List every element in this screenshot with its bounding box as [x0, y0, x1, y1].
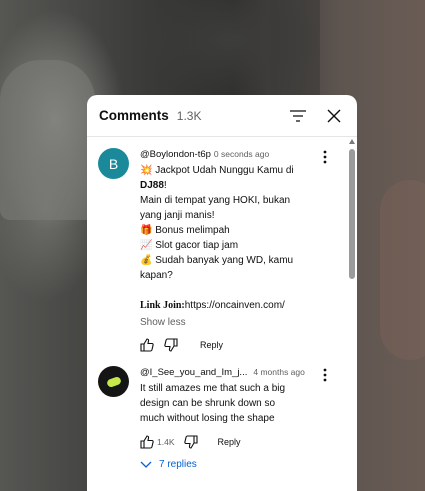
comment-line: It still amazes me that such a big — [140, 383, 286, 394]
replies-count: 7 replies — [159, 459, 197, 470]
avatar-image — [105, 375, 122, 388]
comment-author[interactable]: @Boylondon-t6p — [140, 149, 211, 160]
comments-list: B @Boylondon-t6p 0 seconds ago 💥 Jackpot … — [87, 138, 349, 470]
comment-body: @I_See_you_and_Im_j... 4 months ago It st… — [140, 366, 308, 470]
comment-line: 💥 Jackpot Udah Nunggu Kamu di — [140, 165, 294, 176]
comment-time[interactable]: 0 seconds ago — [214, 149, 269, 159]
sort-icon[interactable] — [287, 105, 309, 127]
avatar[interactable] — [98, 366, 129, 397]
show-less-button[interactable]: Show less — [140, 315, 308, 330]
comment-item: @I_See_you_and_Im_j... 4 months ago It st… — [87, 354, 349, 470]
video-figure-right — [380, 180, 425, 360]
comment-line: 💰 Sudah banyak yang WD, kamu — [140, 255, 294, 266]
reply-button[interactable]: Reply — [200, 340, 223, 350]
comment-line: design can be shrunk down so — [140, 398, 276, 409]
comment-line: DJ88! — [140, 178, 308, 193]
comment-text: It still amazes me that such a big desig… — [140, 381, 308, 426]
dislike-icon[interactable] — [183, 435, 198, 449]
comment-text: 💥 Jackpot Udah Nunggu Kamu di DJ88! Main… — [140, 163, 308, 313]
comment-meta: @Boylondon-t6p 0 seconds ago — [140, 148, 308, 161]
comment-bold-text: DJ88 — [140, 180, 164, 191]
comments-header: Comments 1.3K — [87, 95, 357, 137]
video-figure-left — [0, 60, 95, 220]
comment-line: much without losing the shape — [140, 413, 275, 424]
like-count: 1.4K — [157, 437, 175, 447]
comment-author[interactable]: @I_See_you_and_Im_j... — [140, 367, 247, 378]
comment-body: @Boylondon-t6p 0 seconds ago 💥 Jackpot Ud… — [140, 148, 308, 354]
comment-line: 📈 Slot gacor tiap jam — [140, 240, 239, 251]
link-url[interactable]: https://oncainven.com/ — [185, 300, 285, 311]
comment-link-line: Link Join:https://oncainven.com/ — [140, 298, 308, 313]
comment-item: B @Boylondon-t6p 0 seconds ago 💥 Jackpot … — [87, 138, 349, 354]
link-label: Link Join: — [140, 300, 185, 311]
reply-button[interactable]: Reply — [218, 437, 241, 447]
comments-count: 1.3K — [176, 108, 202, 123]
chevron-down-icon — [140, 461, 152, 468]
more-options-icon[interactable] — [317, 150, 333, 354]
scrollbar-thumb[interactable] — [349, 149, 355, 279]
video-figure-top — [270, 0, 320, 95]
comment-actions: 1.4K Reply — [140, 433, 308, 451]
avatar-letter: B — [108, 155, 119, 172]
comment-time[interactable]: 4 months ago — [253, 367, 305, 377]
view-replies-button[interactable]: 7 replies — [140, 459, 308, 470]
scroll-up-arrow[interactable] — [349, 139, 355, 144]
comment-actions: Reply — [140, 336, 308, 354]
comment-blank-line — [140, 283, 308, 298]
comment-line: Main di tempat yang HOKI, bukan — [140, 195, 291, 206]
comment-text-suffix: ! — [163, 180, 167, 191]
comment-line: yang janji manis! — [140, 210, 215, 221]
dislike-icon[interactable] — [164, 338, 178, 352]
like-icon[interactable] — [140, 435, 154, 449]
like-icon[interactable] — [140, 338, 154, 352]
comment-line: 🎁 Bonus melimpah — [140, 225, 230, 236]
comments-title: Comments — [99, 108, 169, 123]
close-icon[interactable] — [323, 105, 345, 127]
avatar[interactable]: B — [98, 148, 129, 179]
comment-line: kapan? — [140, 270, 173, 281]
comments-panel: Comments 1.3K B @Boylondon-t6p 0 seconds … — [87, 95, 357, 491]
comment-meta: @I_See_you_and_Im_j... 4 months ago — [140, 366, 308, 379]
scrollbar[interactable] — [349, 139, 355, 491]
more-options-icon[interactable] — [317, 368, 333, 470]
